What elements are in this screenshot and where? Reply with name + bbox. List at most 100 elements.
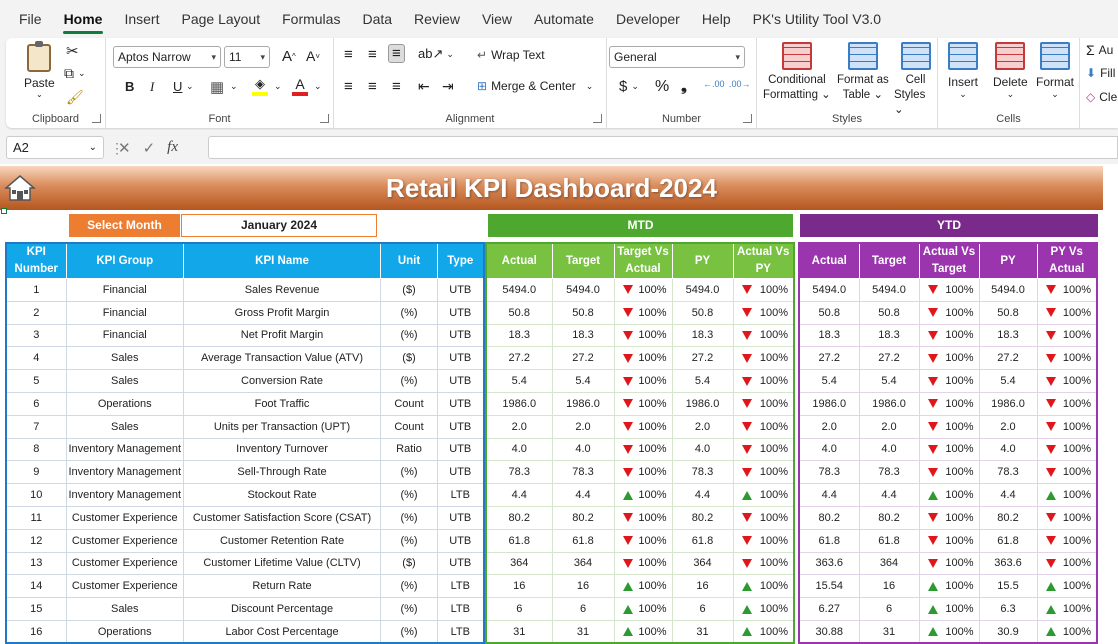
- ytd-target-vs-actual-cell[interactable]: 100%: [918, 323, 980, 348]
- kpi-type-cell[interactable]: UTB: [437, 528, 485, 553]
- menu-review[interactable]: Review: [403, 0, 471, 38]
- kpi-name-cell[interactable]: Customer Retention Rate: [183, 528, 382, 553]
- kpi-name-cell[interactable]: Return Rate: [183, 574, 382, 599]
- mtd-target-cell[interactable]: 27.2: [551, 346, 615, 371]
- mtd-target-vs-actual-cell[interactable]: 100%: [613, 437, 673, 462]
- kpi-name-cell[interactable]: Conversion Rate: [183, 369, 382, 393]
- kpi-group-cell[interactable]: Operations: [65, 391, 185, 416]
- ytd-py-cell[interactable]: 363.6: [978, 551, 1038, 576]
- ytd-target-cell[interactable]: 364: [858, 551, 920, 576]
- kpi-type-cell[interactable]: LTB: [437, 574, 485, 599]
- mtd-target-vs-actual-cell[interactable]: 100%: [613, 391, 673, 416]
- ytd-target-cell[interactable]: 2.0: [858, 414, 920, 439]
- mtd-target-cell[interactable]: 6: [551, 597, 615, 621]
- kpi-name-cell[interactable]: Stockout Rate: [183, 483, 382, 507]
- ytd-actual-vs-py-cell[interactable]: 100%: [1036, 505, 1098, 530]
- mtd-target-cell[interactable]: 31: [551, 619, 615, 644]
- kpi-number-cell[interactable]: 4: [5, 346, 67, 371]
- ytd-target-vs-actual-cell[interactable]: 100%: [918, 597, 980, 621]
- kpi-group-cell[interactable]: Operations: [65, 619, 185, 644]
- kpi-name-cell[interactable]: Customer Lifetime Value (CLTV): [183, 551, 382, 576]
- ytd-py-cell[interactable]: 2.0: [978, 414, 1038, 439]
- kpi-type-cell[interactable]: UTB: [437, 391, 485, 416]
- increase-decimal-icon[interactable]: ←.00: [703, 79, 725, 89]
- kpi-number-cell[interactable]: 2: [5, 300, 67, 325]
- ytd-actual-cell[interactable]: 50.8: [798, 300, 860, 325]
- ytd-actual-vs-py-cell[interactable]: 100%: [1036, 574, 1098, 599]
- clear-button[interactable]: ◇ Cle: [1086, 90, 1117, 104]
- ytd-target-cell[interactable]: 1986.0: [858, 391, 920, 416]
- ytd-target-vs-actual-cell[interactable]: 100%: [918, 483, 980, 507]
- mtd-actual-cell[interactable]: 80.2: [485, 505, 553, 530]
- menu-home[interactable]: Home: [53, 0, 114, 38]
- format-as-table-button[interactable]: Format as Table ⌄: [837, 42, 889, 103]
- kpi-name-cell[interactable]: Units per Transaction (UPT): [183, 414, 382, 439]
- mtd-target-cell[interactable]: 78.3: [551, 460, 615, 485]
- mtd-target-vs-actual-cell[interactable]: 100%: [613, 574, 673, 599]
- kpi-unit-cell[interactable]: (%): [380, 597, 439, 621]
- kpi-name-cell[interactable]: Sell-Through Rate: [183, 460, 382, 485]
- mtd-py-cell[interactable]: 364: [671, 551, 734, 576]
- ytd-actual-cell[interactable]: 1986.0: [798, 391, 860, 416]
- ytd-target-cell[interactable]: 18.3: [858, 323, 920, 348]
- percent-button[interactable]: %: [655, 78, 669, 96]
- kpi-group-cell[interactable]: Financial: [65, 323, 185, 348]
- kpi-unit-cell[interactable]: Count: [380, 414, 439, 439]
- mtd-actual-cell[interactable]: 5.4: [485, 369, 553, 393]
- menu-view[interactable]: View: [471, 0, 523, 38]
- kpi-type-cell[interactable]: UTB: [437, 346, 485, 371]
- ytd-py-cell[interactable]: 50.8: [978, 300, 1038, 325]
- kpi-unit-cell[interactable]: (%): [380, 619, 439, 644]
- mtd-py-cell[interactable]: 5.4: [671, 369, 734, 393]
- mtd-actual-cell[interactable]: 2.0: [485, 414, 553, 439]
- mtd-py-cell[interactable]: 18.3: [671, 323, 734, 348]
- mtd-actual-cell[interactable]: 61.8: [485, 528, 553, 553]
- mtd-target-cell[interactable]: 5494.0: [551, 278, 615, 302]
- wrap-text-button[interactable]: ↵ Wrap Text: [477, 48, 545, 62]
- menu-data[interactable]: Data: [351, 0, 403, 38]
- mtd-actual-cell[interactable]: 364: [485, 551, 553, 576]
- ytd-actual-vs-py-cell[interactable]: 100%: [1036, 460, 1098, 485]
- ytd-actual-vs-py-cell[interactable]: 100%: [1036, 528, 1098, 553]
- ytd-py-cell[interactable]: 80.2: [978, 505, 1038, 530]
- mtd-py-cell[interactable]: 61.8: [671, 528, 734, 553]
- dialog-launcher-icon[interactable]: [92, 114, 101, 123]
- mtd-actual-cell[interactable]: 78.3: [485, 460, 553, 485]
- kpi-unit-cell[interactable]: ($): [380, 346, 439, 371]
- font-name-select[interactable]: Aptos Narrow ▾: [113, 46, 221, 68]
- kpi-number-cell[interactable]: 11: [5, 505, 67, 530]
- mtd-target-vs-actual-cell[interactable]: 100%: [613, 278, 673, 302]
- delete-cells-button[interactable]: Delete ⌄: [993, 42, 1028, 100]
- mtd-target-cell[interactable]: 4.4: [551, 483, 615, 507]
- mtd-target-cell[interactable]: 16: [551, 574, 615, 599]
- ytd-actual-vs-py-cell[interactable]: 100%: [1036, 323, 1098, 348]
- kpi-unit-cell[interactable]: Count: [380, 391, 439, 416]
- kpi-name-cell[interactable]: Labor Cost Percentage: [183, 619, 382, 644]
- kpi-unit-cell[interactable]: (%): [380, 574, 439, 599]
- mtd-actual-cell[interactable]: 1986.0: [485, 391, 553, 416]
- mtd-actual-cell[interactable]: 50.8: [485, 300, 553, 325]
- enter-icon[interactable]: ✓: [143, 139, 156, 157]
- kpi-name-cell[interactable]: Foot Traffic: [183, 391, 382, 416]
- mtd-target-vs-actual-cell[interactable]: 100%: [613, 619, 673, 644]
- mtd-target-cell[interactable]: 5.4: [551, 369, 615, 393]
- fill-button[interactable]: ⬇ Fill: [1086, 66, 1115, 80]
- ytd-py-cell[interactable]: 6.3: [978, 597, 1038, 621]
- ytd-actual-cell[interactable]: 30.88: [798, 619, 860, 644]
- kpi-number-cell[interactable]: 16: [5, 619, 67, 644]
- ytd-target-cell[interactable]: 5.4: [858, 369, 920, 393]
- ytd-target-cell[interactable]: 6: [858, 597, 920, 621]
- kpi-group-cell[interactable]: Sales: [65, 414, 185, 439]
- kpi-name-cell[interactable]: Inventory Turnover: [183, 437, 382, 462]
- kpi-type-cell[interactable]: UTB: [437, 505, 485, 530]
- kpi-number-cell[interactable]: 5: [5, 369, 67, 393]
- ytd-py-cell[interactable]: 5.4: [978, 369, 1038, 393]
- kpi-group-cell[interactable]: Sales: [65, 369, 185, 393]
- mtd-target-vs-actual-cell[interactable]: 100%: [613, 300, 673, 325]
- kpi-number-cell[interactable]: 14: [5, 574, 67, 599]
- ytd-actual-cell[interactable]: 15.54: [798, 574, 860, 599]
- mtd-actual-vs-py-cell[interactable]: 100%: [732, 483, 795, 507]
- ytd-target-vs-actual-cell[interactable]: 100%: [918, 278, 980, 302]
- kpi-number-cell[interactable]: 3: [5, 323, 67, 348]
- ytd-py-cell[interactable]: 1986.0: [978, 391, 1038, 416]
